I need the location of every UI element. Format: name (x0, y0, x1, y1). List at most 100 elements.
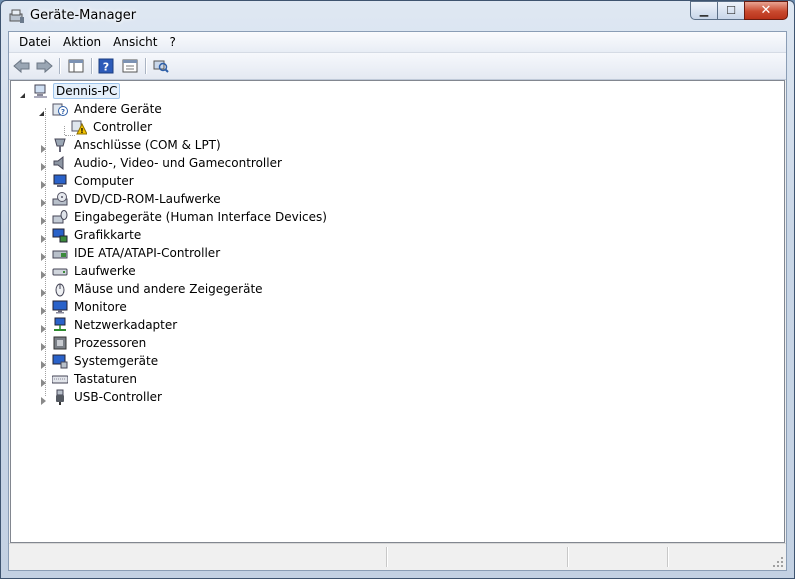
tree-category-usb[interactable]: USB-Controller (52, 388, 164, 406)
tree-category-monitore[interactable]: Monitore (52, 298, 129, 316)
disk-drive-icon (52, 268, 68, 276)
expander-tastaturen[interactable] (41, 379, 46, 387)
tree-category-tastaturen[interactable]: Tastaturen (52, 370, 139, 388)
tree-category-prozessoren[interactable]: Prozessoren (52, 334, 148, 352)
menu-help[interactable]: ? (163, 35, 181, 49)
tree-category-label: Netzwerkadapter (74, 318, 178, 332)
toolbar: ? (9, 53, 786, 80)
tree-device-label: Controller (93, 120, 153, 134)
tree-category-label: Audio-, Video- und Gamecontroller (74, 156, 282, 170)
tree-category-label: Computer (74, 174, 134, 188)
menu-bar: Datei Aktion Ansicht ? (9, 32, 786, 53)
svg-text:?: ? (103, 61, 109, 74)
tree-category-label: Andere Geräte (74, 102, 162, 116)
back-icon (13, 58, 30, 74)
tree-category-label: Systemgeräte (74, 354, 159, 368)
tree-category-grafikkarte[interactable]: Grafikkarte (52, 226, 143, 244)
show-hide-console-tree-button[interactable] (67, 57, 85, 75)
expander-anschluesse[interactable] (41, 145, 46, 153)
tree-category-label: Eingabegeräte (Human Interface Devices) (74, 210, 327, 224)
scan-hardware-button[interactable] (152, 57, 170, 75)
expander-laufwerke[interactable] (41, 271, 46, 279)
expander-audio[interactable] (41, 163, 46, 171)
maximize-button[interactable]: ☐ (717, 1, 744, 20)
status-bar (9, 543, 786, 570)
minimize-button[interactable]: ▁ (690, 1, 717, 20)
processor-icon (53, 336, 67, 350)
computer-root-icon (34, 84, 47, 98)
svg-text:!: ! (80, 127, 83, 135)
expander-computer[interactable] (41, 181, 46, 189)
tree-category-label: Mäuse und andere Zeigegeräte (74, 282, 263, 296)
tree-category-audio[interactable]: Audio-, Video- und Gamecontroller (52, 154, 284, 172)
forward-icon (36, 58, 53, 74)
tree-category-dvd[interactable]: DVD/CD-ROM-Laufwerke (52, 190, 223, 208)
menu-datei[interactable]: Datei (13, 35, 57, 49)
tree-category-anschluesse[interactable]: Anschlüsse (COM & LPT) (52, 136, 223, 154)
status-separator (386, 547, 388, 567)
status-separator (667, 547, 669, 567)
forward-button[interactable] (35, 57, 53, 75)
port-icon (54, 138, 66, 152)
dvd-drive-icon (52, 192, 68, 206)
properties-button[interactable] (121, 57, 139, 75)
tree-category-laufwerke[interactable]: Laufwerke (52, 262, 138, 280)
client-area: Datei Aktion Ansicht ? ? Dennis-PC ? And… (8, 31, 787, 571)
expander-usb[interactable] (41, 397, 46, 405)
menu-ansicht[interactable]: Ansicht (107, 35, 163, 49)
expander-systemgeraete[interactable] (41, 361, 46, 369)
status-separator (567, 547, 569, 567)
close-icon: ✕ (760, 3, 772, 18)
tree-category-label: IDE ATA/ATAPI-Controller (74, 246, 221, 260)
expander-netzwerk[interactable] (41, 325, 46, 333)
close-button[interactable]: ✕ (744, 1, 788, 20)
scan-hardware-icon (153, 60, 169, 73)
expander-eingabegeraete[interactable] (41, 217, 46, 225)
network-adapter-icon (54, 317, 66, 331)
svg-text:?: ? (61, 108, 65, 116)
help-button[interactable]: ? (97, 57, 115, 75)
system-device-icon (52, 354, 68, 369)
title-bar[interactable]: Geräte-Manager ▁ ☐ ✕ (1, 1, 794, 31)
tree-category-netzwerk[interactable]: Netzwerkadapter (52, 316, 179, 334)
monitor-icon (52, 300, 68, 314)
usb-icon (56, 389, 64, 405)
tree-category-label: Tastaturen (74, 372, 137, 386)
tree-category-ide[interactable]: IDE ATA/ATAPI-Controller (52, 244, 222, 262)
expander-dvd[interactable] (41, 199, 46, 207)
expander-prozessoren[interactable] (41, 343, 46, 351)
speaker-icon (53, 155, 64, 171)
device-manager-icon (9, 9, 24, 23)
expander-maeuse[interactable] (41, 289, 46, 297)
device-manager-window: Geräte-Manager ▁ ☐ ✕ Datei Aktion Ansich… (0, 0, 795, 579)
keyboard-icon (52, 375, 68, 384)
tree-category-maeuse[interactable]: Mäuse und andere Zeigegeräte (52, 280, 265, 298)
device-tree[interactable]: Dennis-PC ? Andere Geräte ! Controller A… (10, 80, 785, 543)
maximize-icon: ☐ (726, 4, 736, 17)
tree-category-label: DVD/CD-ROM-Laufwerke (74, 192, 221, 206)
tree-category-label: Anschlüsse (COM & LPT) (74, 138, 221, 152)
menu-aktion[interactable]: Aktion (57, 35, 107, 49)
tree-category-eingabegeraete[interactable]: Eingabegeräte (Human Interface Devices) (52, 208, 329, 226)
expander-monitore[interactable] (41, 307, 46, 315)
tree-root-label: Dennis-PC (53, 83, 121, 99)
expander-andere-geraete[interactable] (39, 111, 44, 116)
resize-grip-icon[interactable] (772, 556, 784, 568)
unknown-device-icon: ? (52, 103, 68, 116)
tree-category-systemgeraete[interactable]: Systemgeräte (52, 352, 160, 370)
expander-grafikkarte[interactable] (41, 235, 46, 243)
expander-ide[interactable] (41, 253, 46, 261)
tree-category-andere-geraete[interactable]: ? Andere Geräte (52, 100, 164, 118)
properties-icon (122, 59, 138, 73)
computer-icon (53, 174, 67, 187)
window-title: Geräte-Manager (30, 8, 137, 23)
tree-category-label: Grafikkarte (74, 228, 142, 242)
tree-device-controller[interactable]: ! Controller (71, 118, 154, 136)
hid-icon (52, 210, 68, 224)
tree-category-computer[interactable]: Computer (52, 172, 136, 190)
tree-root[interactable]: Dennis-PC (33, 82, 121, 100)
warning-device-icon: ! (71, 120, 87, 135)
back-button[interactable] (13, 57, 31, 75)
tree-category-label: Laufwerke (74, 264, 136, 278)
expander-root[interactable] (20, 93, 25, 98)
